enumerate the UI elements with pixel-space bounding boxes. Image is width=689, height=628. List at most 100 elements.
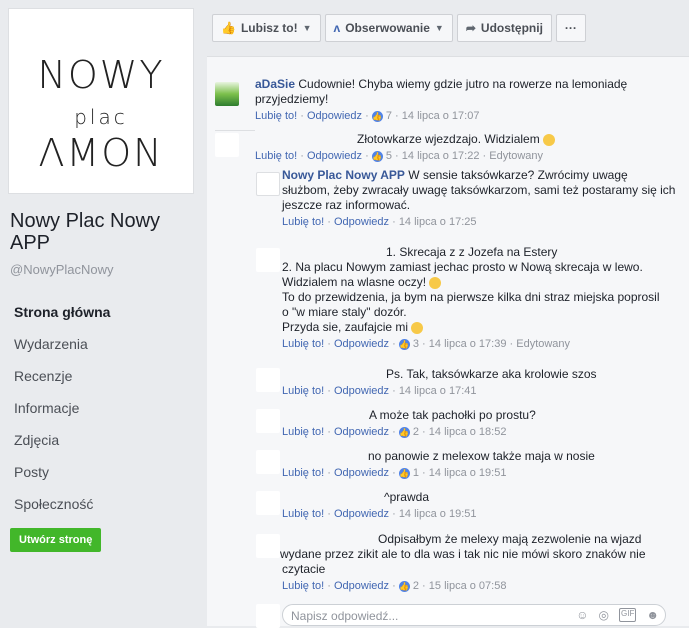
comment-line: 1. Skrecaja z z Jozefa na Estery [386,245,558,259]
more-options-button[interactable]: ··· [555,14,586,42]
comment-time[interactable]: 14 lipca o 17:39 [429,338,507,350]
comment-line: 2. Na placu Nowym zamiast jechac prosto … [282,260,643,274]
avatar[interactable] [215,82,239,106]
avatar [256,604,280,628]
comment-time[interactable]: 14 lipca o 17:25 [399,216,477,228]
like-comment-link[interactable]: Lubię to! [282,508,324,520]
comment: Ps. Tak, taksówkarze aka krolowie szos L… [282,367,677,399]
like-count[interactable]: 1 [413,467,419,479]
comment-text: Cudownie! Chyba wiemy gdzie jutro na row… [255,77,628,106]
comment-line: Widzialem na wlasne oczy! [282,275,677,290]
comment-line-text: Przyda sie, zaufajcie mi [282,320,409,334]
avatar[interactable] [256,368,280,392]
avatar[interactable] [256,450,280,474]
camera-icon[interactable]: ◎ [599,608,609,622]
like-count-icon: 👍 [371,110,383,122]
like-count-icon: 👍 [398,426,410,438]
page-handle[interactable]: @NowyPlacNowy [10,262,114,277]
like-comment-link[interactable]: Lubię to! [282,216,324,228]
comment-time[interactable]: 14 lipca o 17:07 [402,110,480,122]
like-comment-link[interactable]: Lubię to! [282,338,324,350]
follow-button[interactable]: ᴧ Obserwowanie ▼ [324,14,453,42]
comment-meta: Lubię to! · Odpowiedz · 14 lipca o 17:41 [282,385,477,397]
nav-item-home[interactable]: Strona główna [8,296,194,328]
reply-tools: ☺ ◎ GIF ☻ [576,608,659,622]
comment: ^prawda Lubię to! · Odpowiedz · 14 lipca… [282,490,677,522]
comment-meta: Lubię to! · Odpowiedz · 14 lipca o 19:51 [282,508,477,520]
like-count-icon: 👍 [398,338,410,350]
like-count[interactable]: 2 [413,580,419,592]
comment-time[interactable]: 14 lipca o 17:22 [402,150,480,162]
avatar[interactable] [256,172,280,196]
reply-link[interactable]: Odpowiedz [334,580,389,592]
page-action-toolbar: 👍 Lubisz to! ▼ ᴧ Obserwowanie ▼ ➦ Udostę… [212,14,586,44]
reply-link[interactable]: Odpowiedz [334,216,389,228]
comment-time[interactable]: 14 lipca o 19:51 [399,508,477,520]
gif-icon[interactable]: GIF [619,608,637,622]
nav-item-events[interactable]: Wydarzenia [8,328,194,360]
comment-line: To do przewidzenia, ja bym na pierwsze k… [282,290,660,304]
nav-item-photos[interactable]: Zdjęcia [8,424,194,456]
reply-link[interactable]: Odpowiedz [307,150,362,162]
nav-item-community[interactable]: Społeczność [8,488,194,520]
comment-text: Ps. Tak, taksówkarze aka krolowie szos [386,367,597,381]
edited-label[interactable]: Edytowany [489,150,543,162]
reply-link[interactable]: Odpowiedz [334,467,389,479]
avatar[interactable] [256,534,280,558]
comment-line: Odpisałbym że melexy mają zezwolenie na … [378,532,642,546]
avatar[interactable] [215,133,239,157]
comment-time[interactable]: 14 lipca o 19:51 [429,467,507,479]
like-page-button[interactable]: 👍 Lubisz to! ▼ [212,14,321,42]
avatar[interactable] [256,491,280,515]
emoji-icon[interactable]: ☺ [576,608,588,622]
comment-time[interactable]: 14 lipca o 18:52 [429,426,507,438]
like-count[interactable]: 2 [413,426,419,438]
comment-line: Przyda sie, zaufajcie mi [282,320,677,335]
like-count[interactable]: 5 [386,150,392,162]
comment-author[interactable]: Nowy Plac Nowy APP [282,168,405,182]
nav-item-reviews[interactable]: Recenzje [8,360,194,392]
chevron-down-icon: ▼ [302,23,312,33]
comment-text: Złotowkarze wjezdzajo. Widzialem [357,132,540,146]
page-logo[interactable]: NOWY plac ΛMON [8,8,194,194]
comment: no panowie z melexow także maja w nosie … [282,449,677,481]
like-count[interactable]: 7 [386,110,392,122]
like-comment-link[interactable]: Lubię to! [282,385,324,397]
sticker-icon[interactable]: ☻ [646,608,659,622]
avatar[interactable] [256,409,280,433]
like-comment-link[interactable]: Lubię to! [282,467,324,479]
like-count[interactable]: 3 [413,338,419,350]
comment-line: o "w miare staly" dozór. [282,305,407,319]
reply-input[interactable]: Napisz odpowiedź... ☺ ◎ GIF ☻ [282,604,666,626]
reply-link[interactable]: Odpowiedz [334,426,389,438]
reply-link[interactable]: Odpowiedz [307,110,362,122]
avatar[interactable] [256,248,280,272]
like-comment-link[interactable]: Lubię to! [255,110,297,122]
like-comment-link[interactable]: Lubię to! [282,580,324,592]
comment-meta: Lubię to! · Odpowiedz · 👍 2 · 14 lipca o… [282,426,507,438]
like-count-icon: 👍 [398,467,410,479]
reply-placeholder: Napisz odpowiedź... [291,609,399,623]
page-title[interactable]: Nowy Plac Nowy APP [10,210,195,254]
create-page-button[interactable]: Utwórz stronę [10,528,102,552]
comment-text: A może tak pachołki po prostu? [369,408,536,422]
reply-link[interactable]: Odpowiedz [334,338,389,350]
like-comment-link[interactable]: Lubię to! [282,426,324,438]
like-page-label: Lubisz to! [240,21,298,35]
comment-time[interactable]: 14 lipca o 17:41 [399,385,477,397]
share-button[interactable]: ➦ Udostępnij [456,14,552,42]
edited-label[interactable]: Edytowany [516,338,570,350]
nav-item-about[interactable]: Informacje [8,392,194,424]
page-nav: Strona główna Wydarzenia Recenzje Inform… [8,296,194,520]
like-comment-link[interactable]: Lubię to! [255,150,297,162]
chevron-down-icon: ▼ [434,23,444,33]
reply-link[interactable]: Odpowiedz [334,508,389,520]
comment-text: ^prawda [384,490,429,504]
comment-author[interactable]: aDaSie [255,77,295,91]
comment-meta: Lubię to! · Odpowiedz · 👍 1 · 14 lipca o… [282,467,507,479]
share-label: Udostępnij [480,21,543,35]
reply-link[interactable]: Odpowiedz [334,385,389,397]
comment-time[interactable]: 15 lipca o 07:58 [429,580,507,592]
logo-image: NOWY plac ΛMON [15,15,187,187]
nav-item-posts[interactable]: Posty [8,456,194,488]
